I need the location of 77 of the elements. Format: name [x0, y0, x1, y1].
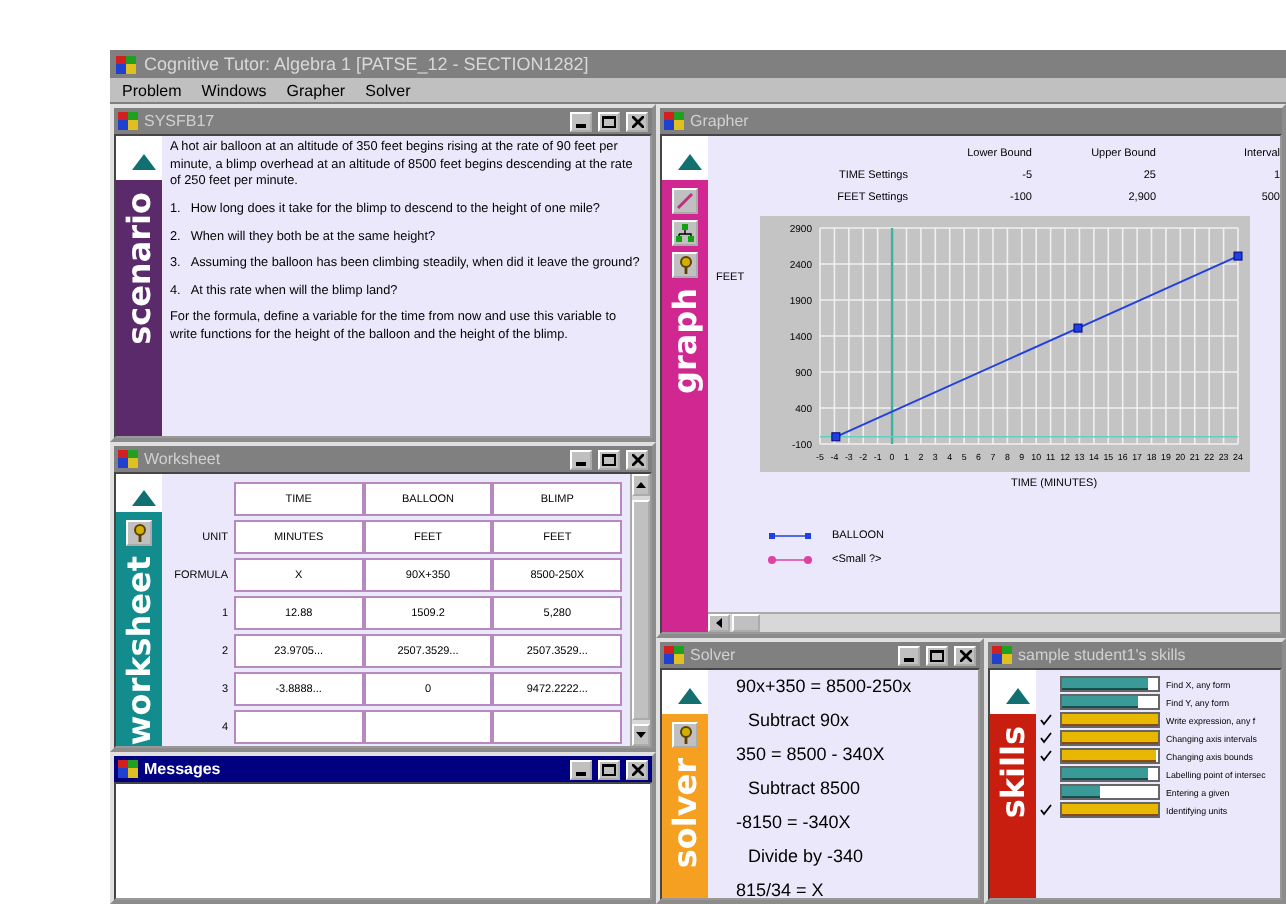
section-label: skills — [994, 726, 1032, 819]
section-label: worksheet — [120, 556, 158, 746]
window-title: Solver — [690, 646, 736, 664]
horizontal-scrollbar[interactable] — [708, 612, 1280, 632]
app-icon — [116, 55, 136, 73]
minimize-button[interactable] — [570, 759, 592, 779]
network-icon — [676, 224, 694, 242]
close-icon — [631, 453, 643, 465]
maximize-button[interactable] — [926, 645, 948, 665]
solver-action: Subtract 8500 — [746, 778, 863, 798]
minimize-button[interactable] — [570, 449, 592, 469]
minimize-button[interactable] — [898, 645, 920, 665]
section-label: graph — [666, 288, 704, 394]
maximize-button[interactable] — [598, 449, 620, 469]
window-title: Messages — [144, 760, 221, 778]
scroll-left-button[interactable] — [708, 614, 730, 632]
data-point — [1233, 251, 1243, 261]
scroll-down-button[interactable] — [632, 724, 650, 746]
data-point — [831, 432, 841, 442]
app-icon — [664, 112, 684, 130]
solver-equation: 350 = 8500 - 340X — [736, 744, 887, 764]
line-tool-icon — [676, 192, 694, 210]
solver-action: Subtract 90x — [746, 710, 852, 730]
vertical-scrollbar[interactable] — [630, 474, 650, 746]
app-icon — [664, 646, 684, 664]
close-button[interactable] — [954, 645, 976, 665]
close-button[interactable] — [626, 111, 648, 131]
window-title: SYSFB17 — [144, 112, 215, 130]
scrollbar-thumb[interactable] — [732, 614, 760, 632]
tool-button[interactable] — [672, 220, 698, 246]
menu-item[interactable]: Grapher — [286, 81, 346, 99]
menu-item[interactable]: Solver — [365, 81, 411, 99]
key-icon — [677, 256, 693, 274]
minimize-button[interactable] — [570, 111, 592, 131]
app-icon — [118, 112, 138, 130]
maximize-icon — [602, 763, 616, 775]
data-point — [1073, 323, 1083, 333]
left-arrow-icon — [716, 618, 722, 628]
maximize-button[interactable] — [598, 759, 620, 779]
key-icon — [131, 524, 147, 543]
table-cell[interactable] — [363, 710, 493, 744]
close-icon — [631, 115, 643, 127]
tool-button[interactable] — [126, 520, 152, 547]
menu-item[interactable]: Windows — [201, 81, 267, 99]
close-icon — [959, 649, 971, 661]
solver-action: Divide by -340 — [746, 846, 866, 866]
window-title: Cognitive Tutor: Algebra 1 [PATSE_12 - SECTION1282] — [144, 54, 589, 74]
app-icon — [992, 646, 1012, 664]
solver-equation: 90x+350 = 8500-250x — [736, 676, 914, 696]
window-title: sample student1's skills — [1018, 646, 1186, 664]
legend-swatch — [768, 532, 812, 540]
maximize-button[interactable] — [598, 111, 620, 131]
maximize-icon — [602, 453, 616, 465]
solver-equation: -8150 = -340X — [736, 812, 853, 832]
tool-button[interactable] — [672, 722, 698, 748]
tool-button[interactable] — [672, 252, 698, 278]
scroll-up-button[interactable] — [632, 474, 650, 496]
app-icon — [118, 450, 138, 468]
close-icon — [631, 763, 643, 775]
maximize-icon — [930, 649, 944, 661]
scrollbar-thumb[interactable] — [632, 500, 650, 720]
section-label: solver — [666, 758, 704, 869]
maximize-icon — [602, 115, 616, 127]
menu-item[interactable]: Problem — [122, 81, 182, 99]
app-icon — [118, 760, 138, 778]
up-arrow-icon — [636, 482, 646, 488]
legend-swatch — [768, 556, 812, 564]
window-title: Worksheet — [144, 450, 221, 468]
close-button[interactable] — [626, 759, 648, 779]
down-arrow-icon — [636, 732, 646, 738]
window-title: Grapher — [690, 112, 749, 130]
table-cell[interactable] — [234, 710, 364, 744]
solver-equation: 815/34 = X — [736, 880, 826, 898]
table-cell[interactable] — [492, 710, 622, 744]
close-button[interactable] — [626, 449, 648, 469]
section-label: scenario — [120, 192, 158, 345]
key-icon — [677, 726, 693, 744]
